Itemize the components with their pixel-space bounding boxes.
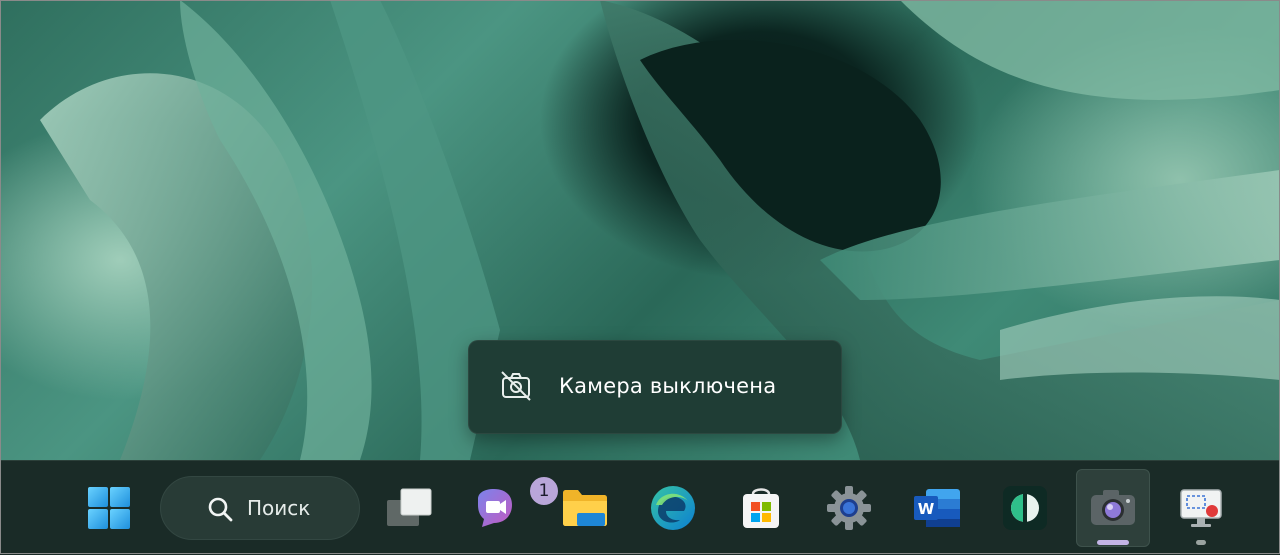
- camera-active-indicator: [1097, 540, 1129, 545]
- taskbar-word[interactable]: W: [900, 469, 974, 547]
- toast-message: Камера выключена: [559, 374, 777, 398]
- folder-icon: [563, 490, 607, 526]
- search-label: Поиск: [247, 496, 311, 520]
- store-icon: [743, 488, 779, 528]
- search-box[interactable]: Поиск: [160, 476, 360, 540]
- gear-icon: [827, 486, 871, 530]
- windows-logo-icon: [88, 487, 130, 529]
- taskbar-teams[interactable]: [460, 469, 534, 547]
- screen-recorder-icon: [1180, 489, 1222, 527]
- task-view-icon: [387, 488, 432, 526]
- camera-off-icon: [501, 371, 531, 401]
- camera-status-toast: Камера выключена: [468, 340, 842, 434]
- taskbar-camera[interactable]: [1076, 469, 1150, 547]
- svg-text:W: W: [918, 500, 935, 518]
- snipping-tool-running-indicator: [1196, 540, 1206, 545]
- teams-icon: [478, 489, 512, 527]
- taskbar-task-view[interactable]: [372, 469, 446, 547]
- taskbar-settings[interactable]: [812, 469, 886, 547]
- taskbar-microsoft-store[interactable]: [724, 469, 798, 547]
- taskbar-app-green[interactable]: [988, 469, 1062, 547]
- taskbar-snipping-tool[interactable]: [1164, 469, 1238, 547]
- edge-icon: [651, 486, 695, 530]
- taskbar-file-explorer[interactable]: [548, 469, 622, 547]
- word-icon: W: [914, 489, 960, 527]
- taskbar-edge[interactable]: [636, 469, 710, 547]
- taskbar: Поиск 1 W: [0, 460, 1280, 555]
- camera-icon: [1091, 490, 1135, 525]
- dark-green-app-icon: [1003, 486, 1047, 530]
- start-button[interactable]: [72, 469, 146, 547]
- search-icon: [208, 497, 233, 522]
